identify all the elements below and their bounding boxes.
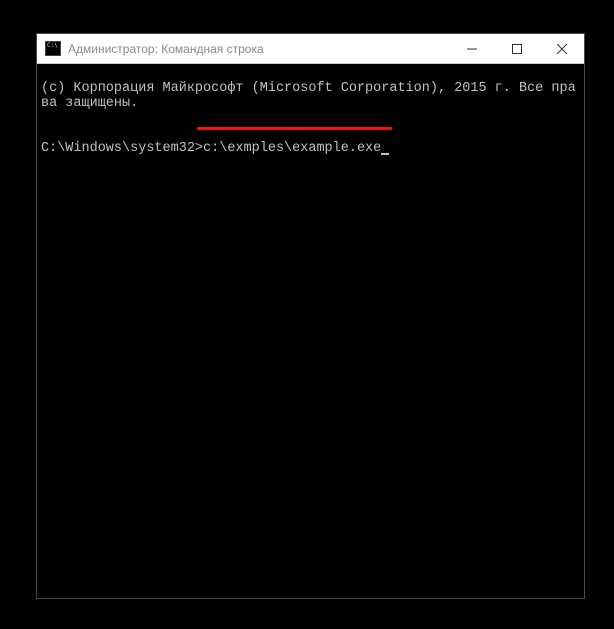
close-button[interactable] bbox=[539, 34, 584, 63]
titlebar[interactable]: Администратор: Командная строка bbox=[37, 34, 584, 64]
window-title: Администратор: Командная строка bbox=[68, 42, 449, 56]
close-icon bbox=[557, 44, 567, 54]
window-controls bbox=[449, 34, 584, 63]
console-area[interactable]: (c) Корпорация Майкрософт (Microsoft Cor… bbox=[37, 64, 584, 598]
minimize-icon bbox=[467, 44, 477, 54]
command-prompt-window: Администратор: Командная строка (c) Корп… bbox=[36, 33, 585, 599]
highlight-underline bbox=[197, 127, 392, 130]
minimize-button[interactable] bbox=[449, 34, 494, 63]
copyright-text: (c) Корпорация Майкрософт (Microsoft Cor… bbox=[41, 81, 580, 111]
command-input[interactable]: c:\exmples\example.exe bbox=[203, 141, 381, 156]
maximize-icon bbox=[512, 44, 522, 54]
prompt-text: C:\Windows\system32> bbox=[41, 141, 203, 156]
text-cursor bbox=[381, 153, 389, 155]
maximize-button[interactable] bbox=[494, 34, 539, 63]
cmd-icon bbox=[45, 41, 61, 56]
